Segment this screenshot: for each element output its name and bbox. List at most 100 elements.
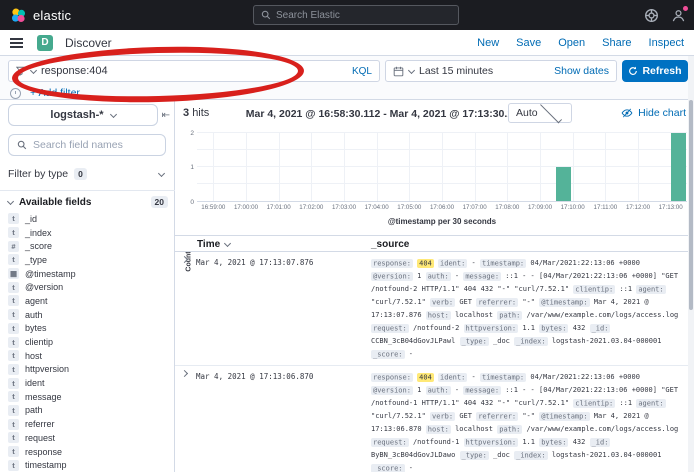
date-range-label: Mar 4, 2021 @ 16:58:30.112 - Mar 4, 2021… <box>220 108 550 120</box>
field-item[interactable]: thttpversion <box>8 363 168 377</box>
x-tick-label: 17:02:00 <box>299 204 323 211</box>
field-item[interactable]: tident <box>8 376 168 390</box>
field-item[interactable]: t@version <box>8 280 168 294</box>
source-column-header: _source <box>371 239 409 250</box>
fields-sidebar: logstash-* ⇤ Search field names Filter b… <box>0 100 175 472</box>
source-value: - <box>455 386 459 394</box>
available-fields-header[interactable]: Available fields 20 <box>8 196 168 208</box>
gridline <box>311 133 312 201</box>
field-name: referrer <box>25 419 55 429</box>
add-filter-button[interactable]: + Add filter <box>30 87 80 99</box>
gridline <box>475 133 476 201</box>
user-avatar[interactable] <box>671 8 686 23</box>
query-text[interactable]: response:404 <box>41 65 347 77</box>
query-input[interactable]: response:404 KQL <box>8 60 380 82</box>
field-item[interactable]: #_score <box>8 239 168 253</box>
filter-by-type[interactable]: Filter by type 0 <box>8 164 166 184</box>
source-value: GET <box>459 298 472 306</box>
field-item[interactable]: ttimestamp <box>8 458 168 472</box>
chevron-down-icon <box>110 110 117 117</box>
date-picker[interactable]: Last 15 minutes Show dates <box>385 60 617 82</box>
elastic-logo[interactable]: elastic <box>0 7 71 24</box>
source-field-badge: request: <box>371 324 409 333</box>
table-row: Mar 4, 2021 @ 17:13:06.870response: 404 … <box>175 366 694 472</box>
histogram-bar[interactable] <box>556 167 571 201</box>
field-item[interactable]: tpath <box>8 404 168 418</box>
field-item[interactable]: tmessage <box>8 390 168 404</box>
vertical-scrollbar[interactable] <box>688 56 694 472</box>
source-field-badge: bytes: <box>539 438 568 447</box>
share-button[interactable]: Share <box>602 37 631 49</box>
source-value: "-" <box>522 298 535 306</box>
source-field-badge: timestamp: <box>480 259 526 268</box>
source-field-badge: response: <box>371 259 413 268</box>
x-tick-label: 17:12:00 <box>626 204 650 211</box>
saved-query-icon[interactable] <box>10 88 21 99</box>
expand-row-icon[interactable] <box>181 370 188 377</box>
source-field-badge: ident: <box>438 373 467 382</box>
field-item[interactable]: thost <box>8 349 168 363</box>
field-item[interactable]: tagent <box>8 294 168 308</box>
field-item[interactable]: treferrer <box>8 417 168 431</box>
field-name: timestamp <box>25 460 67 470</box>
source-value: 1.1 <box>522 438 535 446</box>
highlighted-value: 404 <box>417 373 434 382</box>
field-search-input[interactable]: Search field names <box>8 134 166 156</box>
main-content: 3 hits Mar 4, 2021 @ 16:58:30.112 - Mar … <box>175 100 694 472</box>
scrollbar-thumb[interactable] <box>689 100 693 310</box>
highlighted-value: 404 <box>417 259 434 268</box>
field-item[interactable]: tclientip <box>8 335 168 349</box>
source-field-badge: referrer: <box>476 412 518 421</box>
open-button[interactable]: Open <box>558 37 585 49</box>
field-item[interactable]: trequest <box>8 431 168 445</box>
field-item[interactable]: t_index <box>8 226 168 240</box>
field-search-placeholder: Search field names <box>33 139 123 151</box>
gridline <box>442 133 443 201</box>
source-value: 1 <box>417 386 421 394</box>
source-value: 432 <box>573 324 586 332</box>
hide-chart-button[interactable]: Hide chart <box>621 107 686 119</box>
time-range-label[interactable]: Last 15 minutes <box>419 65 549 77</box>
show-dates-button[interactable]: Show dates <box>554 65 609 77</box>
field-item[interactable]: t_id <box>8 212 168 226</box>
refresh-button[interactable]: Refresh <box>622 60 688 82</box>
help-icon[interactable] <box>644 8 659 23</box>
refresh-icon <box>628 66 638 76</box>
interval-select[interactable]: Auto <box>508 103 572 123</box>
gridline <box>638 133 639 201</box>
expand-row-icon[interactable] <box>181 256 188 263</box>
y-tick-label: 2 <box>180 130 194 137</box>
new-button[interactable]: New <box>477 37 499 49</box>
source-field-badge: httpversion: <box>464 438 519 447</box>
x-tick-label: 17:09:00 <box>528 204 552 211</box>
chevron-down-icon[interactable] <box>408 66 415 73</box>
field-item[interactable]: tauth <box>8 308 168 322</box>
field-item[interactable]: t_type <box>8 253 168 267</box>
row-source: response: 404 ident: - timestamp: 04/Mar… <box>371 371 684 472</box>
discover-page: elastic Search Elastic <box>0 0 694 472</box>
time-column-header[interactable]: Time <box>197 239 230 250</box>
x-tick-label: 16:59:00 <box>201 204 225 211</box>
histogram-bar[interactable] <box>671 133 686 201</box>
source-value: 04/Mar/2021:22:13:06 +0000 <box>530 259 640 267</box>
field-name: httpversion <box>25 364 69 374</box>
inspect-button[interactable]: Inspect <box>649 37 684 49</box>
save-button[interactable]: Save <box>516 37 541 49</box>
source-field-badge: _score: <box>371 464 405 472</box>
menu-icon[interactable] <box>10 36 23 50</box>
global-search-input[interactable]: Search Elastic <box>253 5 459 25</box>
field-item[interactable]: ▦@timestamp <box>8 267 168 281</box>
histogram-chart[interactable] <box>197 133 687 202</box>
filter-menu-icon[interactable] <box>16 66 26 76</box>
query-language-button[interactable]: KQL <box>352 66 372 77</box>
string-field-icon: t <box>8 295 19 306</box>
field-item[interactable]: tresponse <box>8 445 168 459</box>
source-value: logstash-2021.03.04-000001 <box>552 451 662 459</box>
collapse-sidebar-icon[interactable]: ⇤ <box>162 110 170 121</box>
index-pattern-select[interactable]: logstash-* <box>8 104 158 126</box>
source-field-badge: auth: <box>426 272 451 281</box>
chevron-down-icon[interactable] <box>30 66 37 73</box>
source-value: localhost <box>455 311 493 319</box>
field-item[interactable]: tbytes <box>8 322 168 336</box>
row-source: response: 404 ident: - timestamp: 04/Mar… <box>371 257 684 361</box>
